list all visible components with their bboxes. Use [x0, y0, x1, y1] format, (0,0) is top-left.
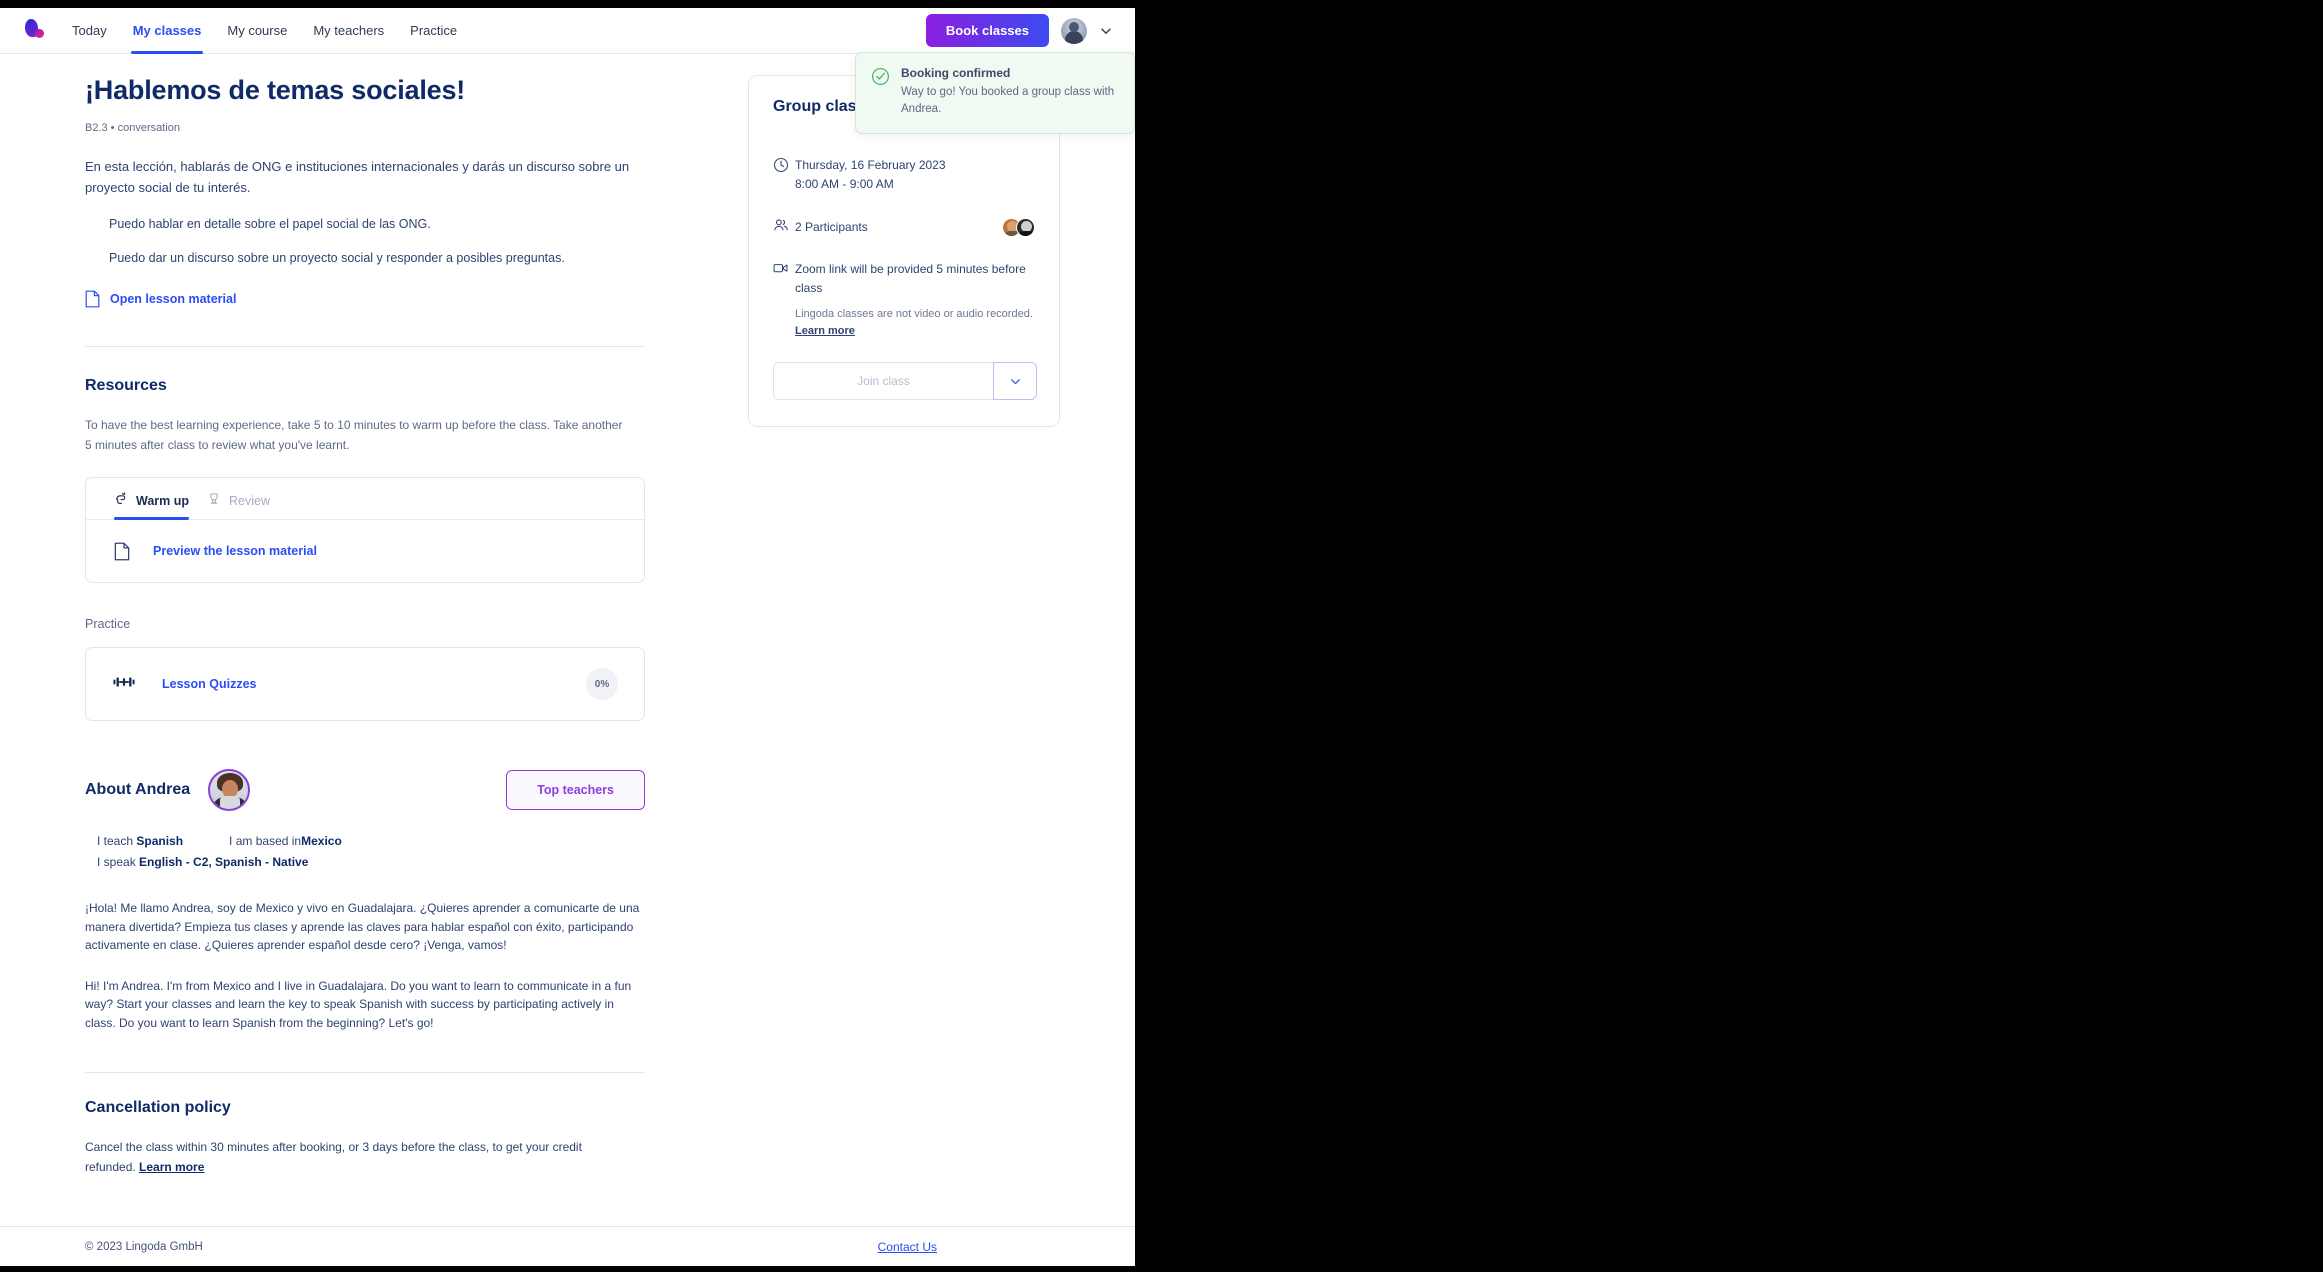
join-class-dropdown-toggle[interactable]: [993, 362, 1037, 400]
header-actions: Book classes: [925, 14, 1113, 47]
join-class-button[interactable]: Join class: [773, 362, 993, 400]
speak-label: I speak: [97, 855, 140, 869]
warmup-icon: [114, 491, 128, 510]
group-class-participants-text: 2 Participants: [795, 219, 868, 234]
open-lesson-material-link[interactable]: Open lesson material: [85, 290, 645, 308]
resources-card: Warm up Review Preview the lesson materi…: [85, 477, 645, 583]
group-class-time: 8:00 AM - 9:00 AM: [795, 177, 894, 191]
participant-avatars: [1002, 217, 1035, 237]
teacher-fact-row: I teach Spanish I am based in Mexico: [97, 831, 645, 852]
tab-warm-up[interactable]: Warm up: [114, 491, 190, 520]
based-value: Mexico: [301, 834, 342, 848]
document-icon: [85, 290, 100, 308]
toast-text-block: Booking confirmed Way to go! You booked …: [901, 66, 1120, 118]
footer-contact-us-link[interactable]: Contact Us: [878, 1240, 937, 1254]
check-circle-icon: [871, 67, 890, 86]
booking-confirmed-toast: Booking confirmed Way to go! You booked …: [855, 52, 1135, 134]
footer-copyright: © 2023 Lingoda GmbH: [85, 1240, 203, 1253]
lesson-level-type: B2.3 • conversation: [85, 122, 180, 134]
section-divider: [85, 346, 645, 347]
lesson-quizzes-label[interactable]: Lesson Quizzes: [162, 677, 256, 691]
lesson-goal-item: Puedo hablar en detalle sobre el papel s…: [109, 217, 431, 231]
page-title: ¡Hablemos de temas sociales!: [85, 75, 466, 105]
lingoda-logo[interactable]: [20, 16, 50, 46]
quiz-progress-badge: 0%: [586, 668, 618, 700]
tab-review[interactable]: Review: [207, 491, 270, 519]
browser-bottom-bar: [0, 1266, 1135, 1272]
lesson-description: En esta lección, hablarás de ONG e insti…: [85, 159, 630, 195]
cancellation-learn-more-link[interactable]: Learn more: [139, 1160, 204, 1174]
page-viewport: Today My classes My course My teachers P…: [0, 0, 1135, 1272]
preview-lesson-material-link[interactable]: Preview the lesson material: [153, 544, 317, 558]
group-class-zoom-text-block: Zoom link will be provided 5 minutes bef…: [795, 260, 1035, 340]
nav-item-practice[interactable]: Practice: [410, 8, 457, 54]
nav-item-my-teachers[interactable]: My teachers: [313, 8, 384, 54]
people-icon: [773, 216, 795, 238]
about-teacher-heading: About Andrea: [85, 781, 191, 798]
main-navigation: Today My classes My course My teachers P…: [72, 8, 457, 54]
top-teachers-badge[interactable]: Top teachers: [506, 770, 645, 810]
section-divider: [85, 1072, 645, 1073]
avatar-scarf-shape: [220, 796, 241, 809]
speak-value: English - C2, Spanish - Native: [139, 855, 309, 869]
group-class-zoom-row: Zoom link will be provided 5 minutes bef…: [773, 260, 1035, 340]
group-class-title: Group class: [773, 98, 866, 115]
document-icon: [114, 542, 130, 561]
book-classes-button[interactable]: Book classes: [925, 14, 1049, 47]
recording-learn-more-link[interactable]: Learn more: [795, 325, 855, 337]
lesson-quizzes-card[interactable]: Lesson Quizzes 0%: [85, 647, 645, 721]
nav-item-my-classes[interactable]: My classes: [130, 8, 204, 54]
group-class-participants-row: 2 Participants: [773, 216, 1035, 238]
group-class-zoom-note: Zoom link will be provided 5 minutes bef…: [795, 262, 1026, 295]
review-icon: [207, 491, 221, 510]
teacher-fact-row: I speak English - C2, Spanish - Native: [97, 852, 645, 873]
tab-review-label: Review: [229, 493, 271, 508]
toast-title: Booking confirmed: [901, 66, 1011, 80]
participant-avatar[interactable]: [1016, 217, 1035, 237]
dumbbell-icon: [112, 674, 136, 695]
teacher-facts: I teach Spanish I am based in Mexico I sp…: [97, 831, 645, 873]
teach-label: I teach: [97, 834, 137, 848]
lesson-main-column: ¡Hablemos de temas sociales! B2.3 • conv…: [85, 75, 645, 1177]
video-camera-icon: [773, 260, 795, 340]
teacher-avatar[interactable]: [208, 769, 251, 811]
practice-label: Practice: [85, 617, 131, 631]
recording-note-text: Lingoda classes are not video or audio r…: [795, 308, 1033, 320]
group-class-recording-note: Lingoda classes are not video or audio r…: [795, 306, 1035, 340]
resources-heading: Resources: [85, 377, 167, 394]
open-lesson-material-label: Open lesson material: [110, 292, 237, 306]
group-class-date: Thursday, 16 February 2023: [795, 158, 946, 172]
page-footer: © 2023 Lingoda GmbH Contact Us: [0, 1226, 1135, 1266]
user-avatar[interactable]: [1061, 17, 1087, 44]
resources-tabs: Warm up Review: [86, 478, 644, 520]
tab-warm-up-label: Warm up: [136, 493, 190, 508]
join-class-control: Join class: [773, 362, 1037, 400]
site-header: Today My classes My course My teachers P…: [0, 8, 1135, 54]
chevron-down-icon[interactable]: [1099, 24, 1113, 38]
teach-value: Spanish: [136, 834, 184, 848]
teacher-bio-english: Hi! I'm Andrea. I'm from Mexico and I li…: [85, 978, 632, 1030]
toast-body: Way to go! You booked a group class with…: [901, 86, 1115, 115]
clock-icon: [773, 156, 795, 194]
about-teacher-header: About Andrea Top teachers: [85, 769, 645, 811]
resources-tab-panel: Preview the lesson material: [86, 520, 644, 582]
cancellation-policy-heading: Cancellation policy: [85, 1099, 231, 1116]
nav-item-my-course[interactable]: My course: [227, 8, 287, 54]
group-class-datetime-row: Thursday, 16 February 2023 8:00 AM - 9:0…: [773, 156, 1035, 194]
group-class-datetime-text: Thursday, 16 February 2023 8:00 AM - 9:0…: [795, 156, 946, 194]
lesson-goal-item: Puedo dar un discurso sobre un proyecto …: [109, 251, 565, 265]
resources-description: To have the best learning experience, ta…: [85, 418, 623, 452]
nav-item-today[interactable]: Today: [72, 8, 107, 54]
teacher-bio-spanish: ¡Hola! Me llamo Andrea, soy de Mexico y …: [85, 901, 640, 952]
based-label: I am based in: [229, 834, 302, 848]
logo-dot-shape: [35, 28, 44, 38]
cancellation-policy-text: Cancel the class within 30 minutes after…: [85, 1137, 633, 1177]
